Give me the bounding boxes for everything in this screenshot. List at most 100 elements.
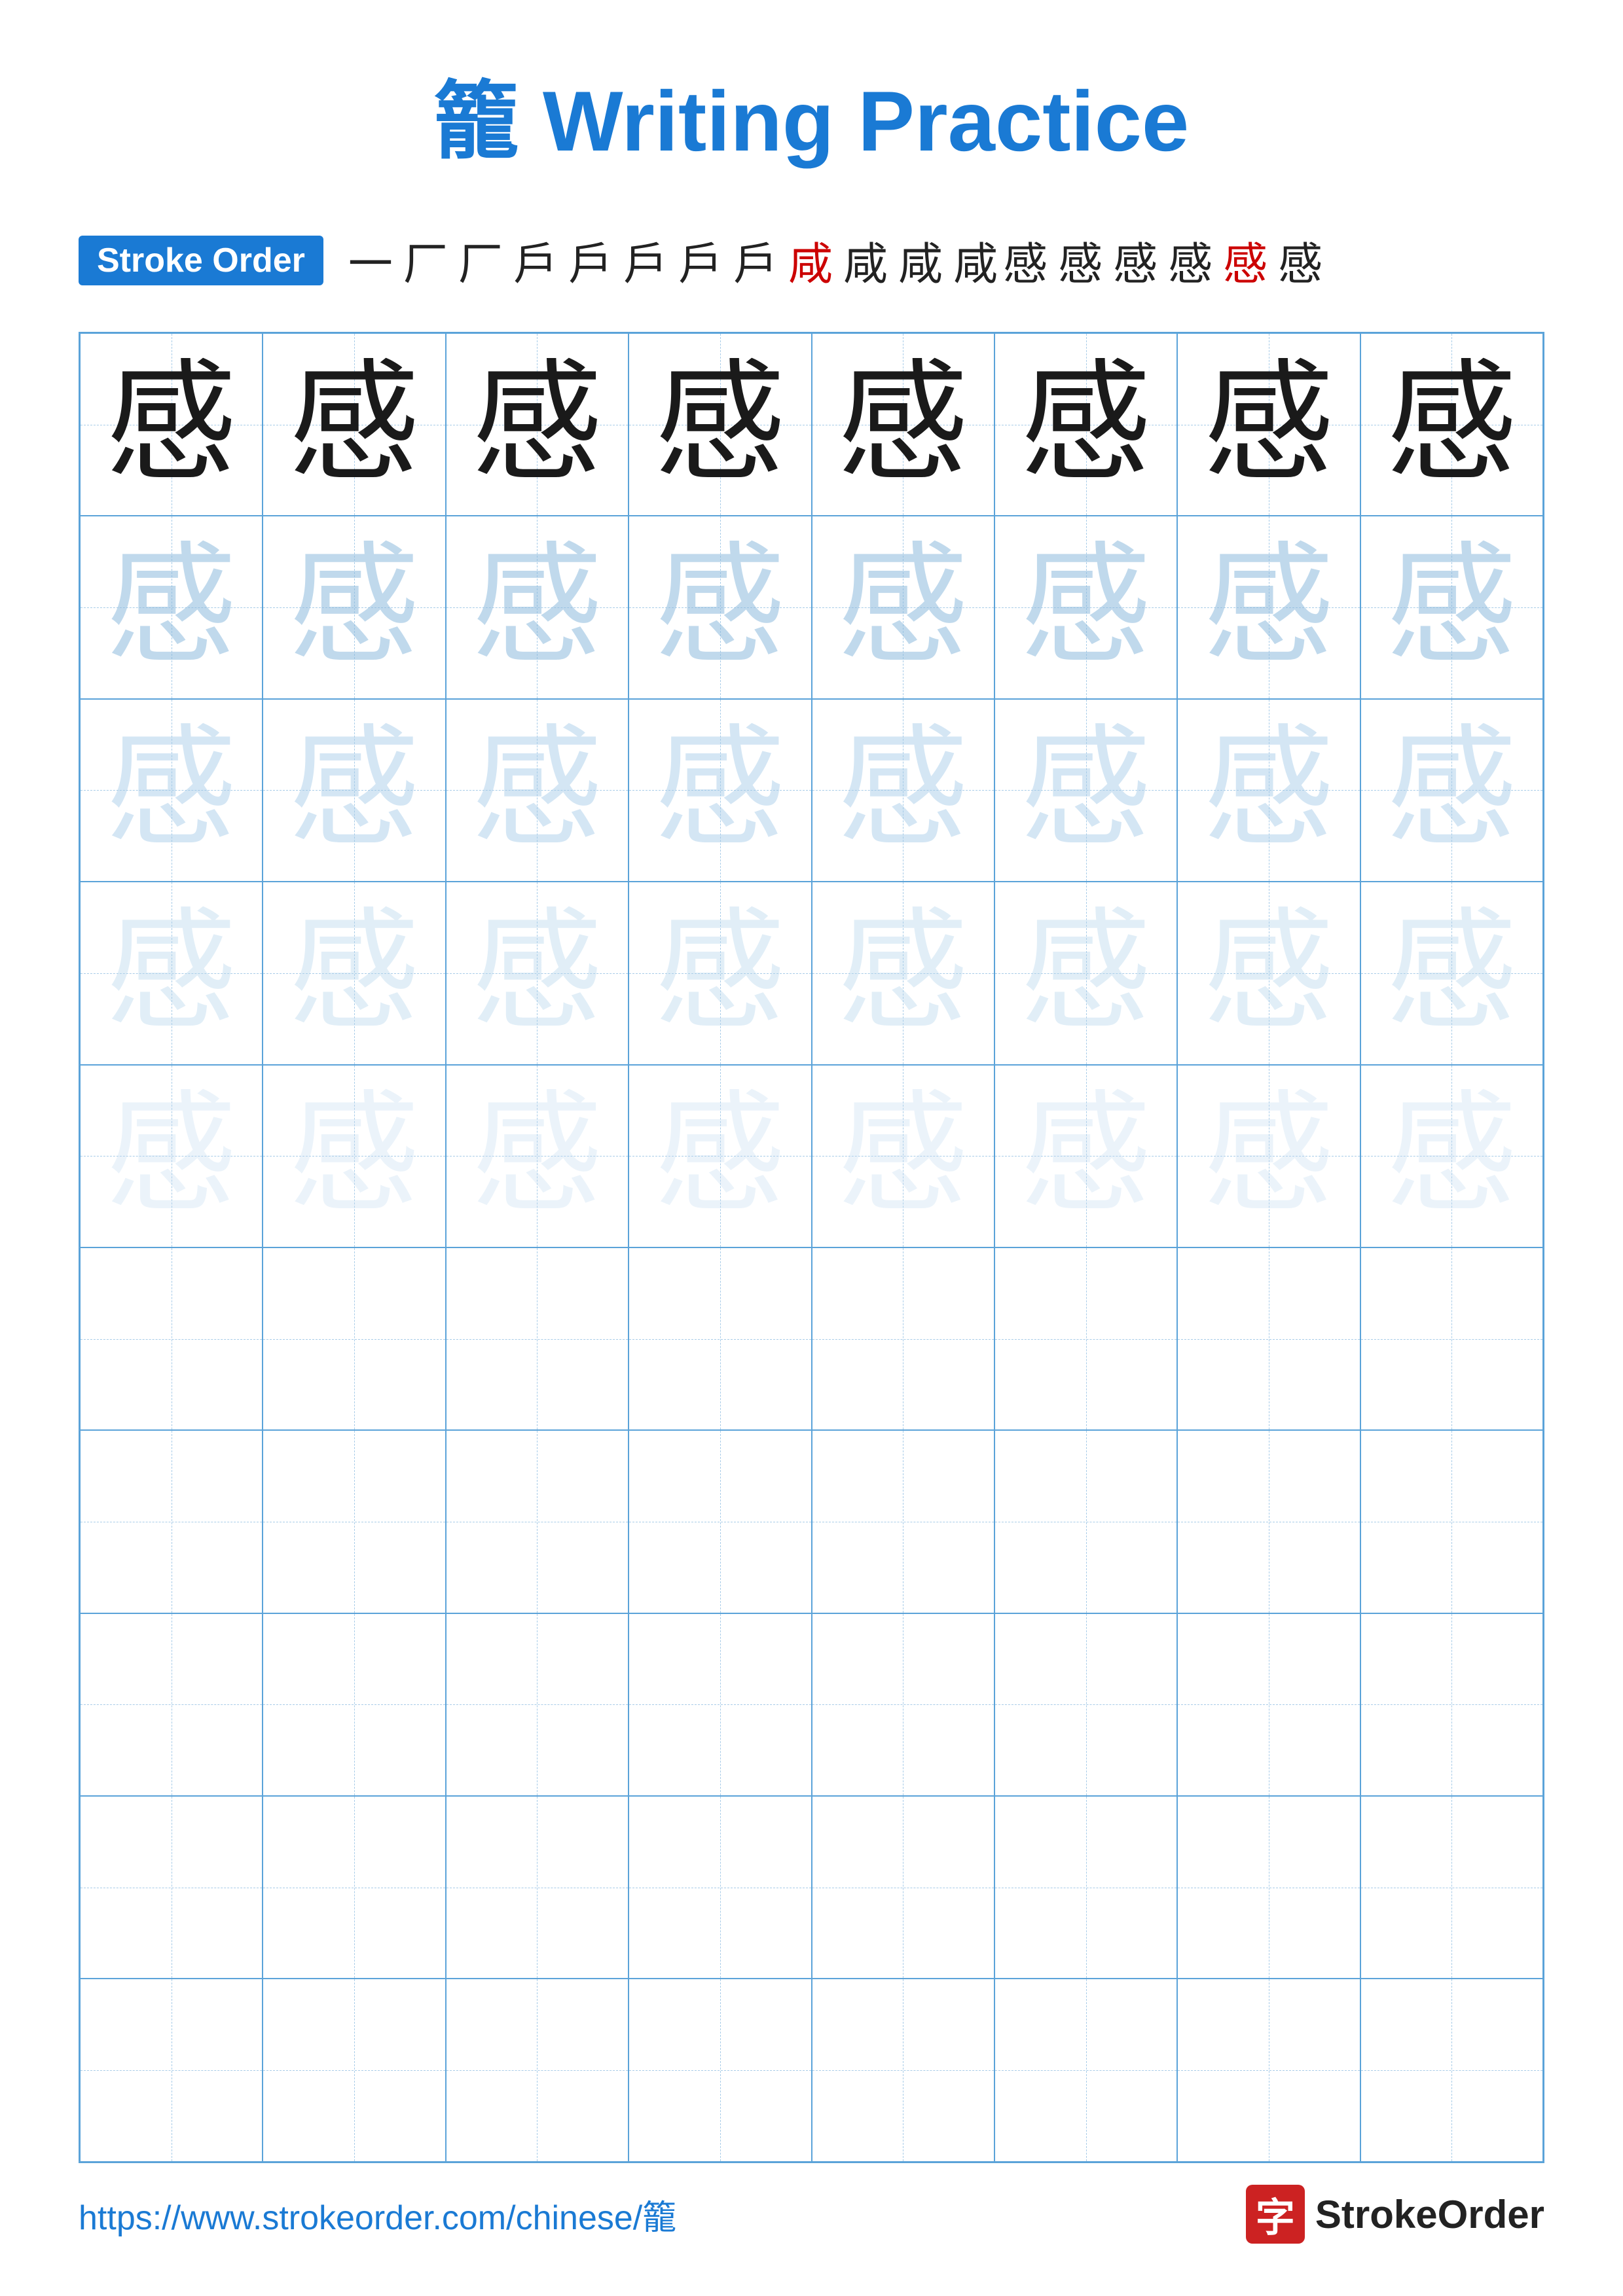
grid-cell-10-8[interactable] <box>1360 1979 1543 2161</box>
grid-cell-2-5[interactable]: 感 <box>812 516 994 698</box>
grid-cell-1-5[interactable]: 感 <box>812 333 994 516</box>
grid-cell-8-8[interactable] <box>1360 1613 1543 1796</box>
grid-cell-10-7[interactable] <box>1177 1979 1360 2161</box>
grid-cell-3-8[interactable]: 感 <box>1360 699 1543 882</box>
grid-cell-3-5[interactable]: 感 <box>812 699 994 882</box>
grid-cell-8-1[interactable] <box>80 1613 263 1796</box>
grid-cell-5-8[interactable]: 感 <box>1360 1065 1543 1247</box>
grid-cell-1-7[interactable]: 感 <box>1177 333 1360 516</box>
grid-cell-3-3[interactable]: 感 <box>446 699 629 882</box>
grid-cell-9-5[interactable] <box>812 1796 994 1979</box>
grid-cell-6-8[interactable] <box>1360 1247 1543 1430</box>
practice-char: 感 <box>837 908 968 1039</box>
grid-cell-1-1[interactable]: 感 <box>80 333 263 516</box>
grid-cell-10-5[interactable] <box>812 1979 994 2161</box>
grid-cell-6-3[interactable] <box>446 1247 629 1430</box>
grid-cell-4-1[interactable]: 感 <box>80 882 263 1064</box>
grid-cell-4-7[interactable]: 感 <box>1177 882 1360 1064</box>
grid-cell-5-7[interactable]: 感 <box>1177 1065 1360 1247</box>
grid-cell-4-6[interactable]: 感 <box>994 882 1177 1064</box>
footer-url[interactable]: https://www.strokeorder.com/chinese/籠 <box>79 2190 676 2239</box>
practice-char: 感 <box>1203 908 1334 1039</box>
grid-cell-8-5[interactable] <box>812 1613 994 1796</box>
grid-cell-7-8[interactable] <box>1360 1430 1543 1613</box>
grid-cell-6-1[interactable] <box>80 1247 263 1430</box>
grid-cell-6-7[interactable] <box>1177 1247 1360 1430</box>
grid-cell-2-8[interactable]: 感 <box>1360 516 1543 698</box>
stroke-10: 咸 <box>843 228 888 293</box>
grid-cell-4-5[interactable]: 感 <box>812 882 994 1064</box>
grid-cell-1-4[interactable]: 感 <box>629 333 811 516</box>
grid-cell-3-1[interactable]: 感 <box>80 699 263 882</box>
practice-grid: 感 感 感 感 感 感 感 感 感 感 感 感 感 感 感 感 感 感 感 感 … <box>79 332 1544 2163</box>
logo-char: 字 <box>1256 2186 1295 2243</box>
grid-cell-2-3[interactable]: 感 <box>446 516 629 698</box>
grid-cell-6-2[interactable] <box>263 1247 445 1430</box>
stroke-11: 咸 <box>898 228 943 293</box>
grid-cell-7-2[interactable] <box>263 1430 445 1613</box>
grid-cell-7-7[interactable] <box>1177 1430 1360 1613</box>
grid-cell-10-4[interactable] <box>629 1979 811 2161</box>
grid-cell-8-3[interactable] <box>446 1613 629 1796</box>
footer: https://www.strokeorder.com/chinese/籠 字 … <box>79 2185 1544 2244</box>
grid-cell-8-4[interactable] <box>629 1613 811 1796</box>
grid-cell-9-2[interactable] <box>263 1796 445 1979</box>
grid-cell-10-3[interactable] <box>446 1979 629 2161</box>
title-chinese-char: 籠 <box>434 73 519 169</box>
grid-cell-1-6[interactable]: 感 <box>994 333 1177 516</box>
grid-cell-3-4[interactable]: 感 <box>629 699 811 882</box>
practice-char: 感 <box>655 908 786 1039</box>
grid-cell-10-6[interactable] <box>994 1979 1177 2161</box>
grid-cell-6-6[interactable] <box>994 1247 1177 1430</box>
grid-row-9 <box>80 1796 1543 1979</box>
grid-cell-8-6[interactable] <box>994 1613 1177 1796</box>
grid-cell-9-7[interactable] <box>1177 1796 1360 1979</box>
grid-cell-2-1[interactable]: 感 <box>80 516 263 698</box>
grid-cell-7-1[interactable] <box>80 1430 263 1613</box>
grid-cell-5-1[interactable]: 感 <box>80 1065 263 1247</box>
grid-cell-5-5[interactable]: 感 <box>812 1065 994 1247</box>
grid-cell-3-6[interactable]: 感 <box>994 699 1177 882</box>
grid-cell-5-2[interactable]: 感 <box>263 1065 445 1247</box>
grid-cell-9-4[interactable] <box>629 1796 811 1979</box>
grid-cell-3-7[interactable]: 感 <box>1177 699 1360 882</box>
practice-char: 感 <box>1386 359 1517 490</box>
grid-row-2: 感 感 感 感 感 感 感 感 <box>80 516 1543 698</box>
grid-cell-9-6[interactable] <box>994 1796 1177 1979</box>
grid-cell-10-1[interactable] <box>80 1979 263 2161</box>
grid-cell-5-6[interactable]: 感 <box>994 1065 1177 1247</box>
grid-cell-4-4[interactable]: 感 <box>629 882 811 1064</box>
grid-cell-2-2[interactable]: 感 <box>263 516 445 698</box>
practice-char: 感 <box>106 908 237 1039</box>
practice-char: 感 <box>1386 1090 1517 1221</box>
grid-row-5: 感 感 感 感 感 感 感 感 <box>80 1065 1543 1247</box>
grid-cell-2-4[interactable]: 感 <box>629 516 811 698</box>
grid-cell-1-3[interactable]: 感 <box>446 333 629 516</box>
grid-cell-5-4[interactable]: 感 <box>629 1065 811 1247</box>
grid-cell-1-8[interactable]: 感 <box>1360 333 1543 516</box>
grid-cell-4-8[interactable]: 感 <box>1360 882 1543 1064</box>
grid-cell-2-6[interactable]: 感 <box>994 516 1177 698</box>
grid-row-3: 感 感 感 感 感 感 感 感 <box>80 699 1543 882</box>
grid-cell-1-2[interactable]: 感 <box>263 333 445 516</box>
grid-cell-9-3[interactable] <box>446 1796 629 1979</box>
grid-cell-10-2[interactable] <box>263 1979 445 2161</box>
grid-cell-7-3[interactable] <box>446 1430 629 1613</box>
practice-char: 感 <box>1021 725 1152 855</box>
grid-cell-8-2[interactable] <box>263 1613 445 1796</box>
grid-cell-6-4[interactable] <box>629 1247 811 1430</box>
grid-cell-7-5[interactable] <box>812 1430 994 1613</box>
grid-cell-4-2[interactable]: 感 <box>263 882 445 1064</box>
grid-cell-6-5[interactable] <box>812 1247 994 1430</box>
grid-cell-2-7[interactable]: 感 <box>1177 516 1360 698</box>
grid-cell-9-1[interactable] <box>80 1796 263 1979</box>
grid-cell-8-7[interactable] <box>1177 1613 1360 1796</box>
grid-cell-5-3[interactable]: 感 <box>446 1065 629 1247</box>
practice-char: 感 <box>471 725 602 855</box>
grid-cell-4-3[interactable]: 感 <box>446 882 629 1064</box>
grid-cell-9-8[interactable] <box>1360 1796 1543 1979</box>
stroke-2: 厂 <box>403 228 448 293</box>
grid-cell-7-4[interactable] <box>629 1430 811 1613</box>
grid-cell-7-6[interactable] <box>994 1430 1177 1613</box>
grid-cell-3-2[interactable]: 感 <box>263 699 445 882</box>
